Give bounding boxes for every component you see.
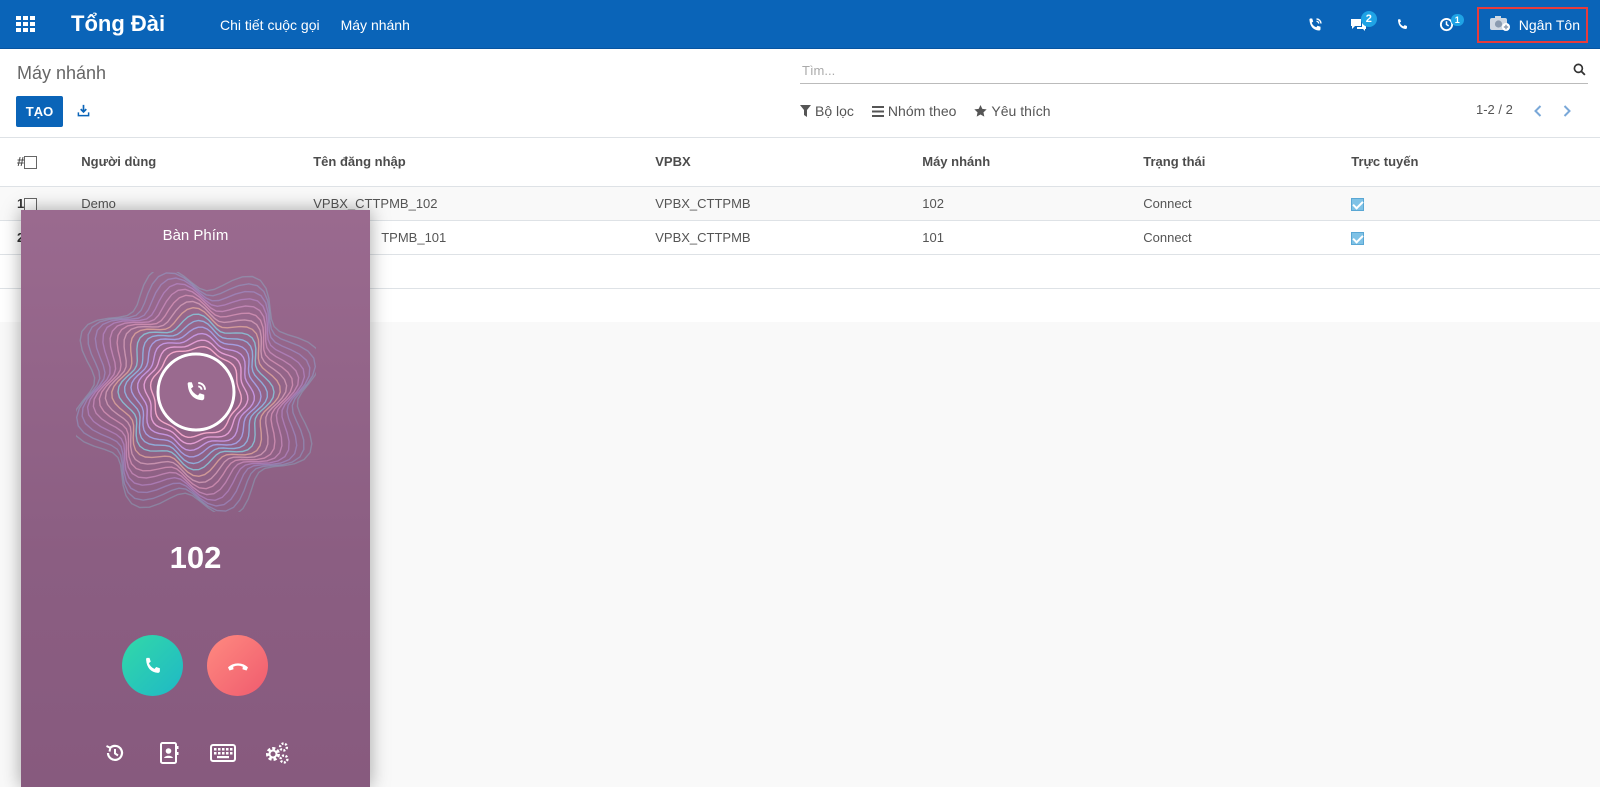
online-checkbox xyxy=(1351,197,1365,211)
wave-center-circle xyxy=(156,352,236,432)
phone-answer-icon xyxy=(145,657,160,673)
search-options: Bộ lọc Nhóm theo Yêu thích xyxy=(800,103,1051,119)
avatar xyxy=(1489,14,1511,35)
search-icon[interactable] xyxy=(1573,63,1586,81)
star-icon xyxy=(974,105,988,117)
menu-item-call-details[interactable]: Chi tiết cuộc gọi xyxy=(220,17,320,33)
history-icon[interactable] xyxy=(102,740,128,766)
create-button[interactable]: TẠO xyxy=(16,96,63,127)
answer-call-button[interactable] xyxy=(122,635,183,696)
column-header-user[interactable]: Người dùng xyxy=(81,138,314,187)
calling-wave-animation xyxy=(71,266,321,518)
favorites-dropdown[interactable]: Yêu thích xyxy=(974,103,1051,119)
pager-previous-icon[interactable] xyxy=(1533,104,1543,123)
pager-next-icon[interactable] xyxy=(1562,104,1572,123)
menu-item-extensions[interactable]: Máy nhánh xyxy=(341,17,410,33)
dialer-title: Bàn Phím xyxy=(162,227,229,244)
select-all-cell xyxy=(24,138,82,187)
group-by-label: Nhóm theo xyxy=(887,103,957,119)
main-menu: Chi tiết cuộc gọi Máy nhánh xyxy=(220,17,410,33)
cell-online xyxy=(1351,220,1600,255)
online-checkbox xyxy=(1351,231,1365,245)
filter-dropdown[interactable]: Bộ lọc xyxy=(800,103,854,119)
favorites-label: Yêu thích xyxy=(991,103,1051,119)
select-all-checkbox[interactable] xyxy=(24,156,38,170)
cell-status: Connect xyxy=(1143,186,1352,221)
systray: 2 1 Ngân Tôn xyxy=(1293,0,1600,49)
column-header-login[interactable]: Tên đăng nhập xyxy=(313,138,656,187)
phone-dialer-panel: Bàn Phím 102 xyxy=(21,210,370,787)
search-input[interactable] xyxy=(800,58,1540,82)
activity-badge: 1 xyxy=(1450,14,1464,26)
cell-status: Connect xyxy=(1143,220,1352,255)
settings-gears-icon[interactable] xyxy=(264,740,290,766)
download-icon[interactable] xyxy=(77,104,90,122)
table-header-row: # Người dùng Tên đăng nhập VPBX Máy nhán… xyxy=(0,138,1600,187)
apps-grid-icon[interactable] xyxy=(14,14,38,34)
column-header-online[interactable]: Trực tuyến xyxy=(1351,138,1600,187)
cell-extension: 101 xyxy=(922,220,1144,255)
group-by-dropdown[interactable]: Nhóm theo xyxy=(871,103,957,119)
messages-icon[interactable]: 2 xyxy=(1337,0,1381,49)
user-menu[interactable]: Ngân Tôn xyxy=(1476,6,1588,43)
column-header-index: # xyxy=(0,138,25,187)
breadcrumb: Máy nhánh xyxy=(17,63,107,83)
hangup-call-button[interactable] xyxy=(207,635,268,696)
phone-hangup-icon xyxy=(227,662,248,670)
messages-badge: 2 xyxy=(1360,11,1377,27)
app-title: Tổng Đài xyxy=(71,11,166,36)
column-header-extension[interactable]: Máy nhánh xyxy=(922,138,1144,187)
filter-icon xyxy=(800,105,811,117)
pager-value[interactable]: 1-2 / 2 xyxy=(1476,102,1513,117)
contacts-icon[interactable] xyxy=(156,740,182,766)
search-box xyxy=(800,58,1588,84)
column-header-vpbx[interactable]: VPBX xyxy=(655,138,923,187)
dialer-toolbar xyxy=(21,740,370,766)
control-panel: Máy nhánh TẠO Bộ lọc Nhóm theo Yêu thích… xyxy=(0,49,1600,138)
column-header-status[interactable]: Trạng thái xyxy=(1143,138,1352,187)
cell-vpbx: VPBX_CTTPMB xyxy=(655,186,923,221)
cell-vpbx: VPBX_CTTPMB xyxy=(655,220,923,255)
cell-extension: 102 xyxy=(922,186,1144,221)
phone-icon[interactable] xyxy=(1381,0,1425,49)
row-checkbox[interactable] xyxy=(24,197,38,211)
voip-call-icon[interactable] xyxy=(1293,0,1337,49)
keyboard-icon[interactable] xyxy=(209,740,236,766)
filter-label: Bộ lọc xyxy=(815,103,854,119)
activity-clock-icon[interactable]: 1 xyxy=(1425,0,1469,49)
dialed-number: 102 xyxy=(169,540,222,575)
cell-online xyxy=(1351,186,1600,221)
list-icon xyxy=(871,105,884,117)
top-navbar: Tổng Đài Chi tiết cuộc gọi Máy nhánh 2 1… xyxy=(0,0,1600,49)
user-name: Ngân Tôn xyxy=(1518,16,1580,33)
